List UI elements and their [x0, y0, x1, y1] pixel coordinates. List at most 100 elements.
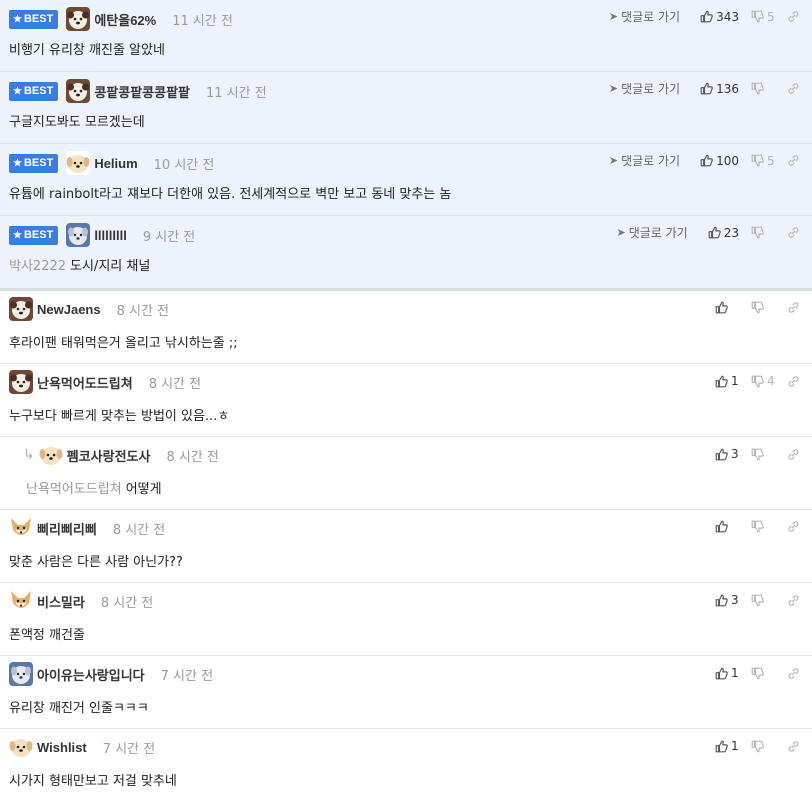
- comment-actions: ➤ 댓글로 가기 100 5: [609, 152, 800, 169]
- reply-comment: ↳ 펨코사랑전도사 8 시간 전 난욕먹어도드립쳐 어떻게 3: [0, 437, 812, 510]
- best-comment: ★ BEST lllllllll 9 시간 전 박사2222 도시/지리 채널 ➤ 댓글로 가…: [0, 216, 812, 291]
- thumbs-down-icon: [751, 520, 764, 533]
- comment-actions: [707, 520, 800, 533]
- link-icon: [788, 375, 799, 387]
- comment-text: 유리창 깨진거 인줄ㅋㅋㅋ: [9, 701, 149, 716]
- share-link-button[interactable]: [787, 667, 800, 680]
- comment-body: 누구보다 빠르게 맞추는 방법이 있음...ㅎ: [9, 405, 229, 424]
- thumbs-down-icon: [751, 594, 764, 606]
- upvote-button[interactable]: 1: [715, 374, 739, 388]
- avatar-image: [9, 370, 33, 394]
- downvote-button[interactable]: [751, 82, 775, 95]
- comment-text: 후라이팬 태워먹은거 올리고 낚시하는줄 ;;: [9, 336, 238, 351]
- goto-comment-link[interactable]: ➤ 댓글로 가기: [609, 80, 680, 97]
- comment-list: ★ BEST 에탄올62% 11 시간 전 비행기 유리창 깨진줄 알았네 ➤ 댓글로 가기…: [0, 0, 812, 809]
- send-arrow-icon: ➤: [616, 226, 626, 239]
- downvote-button[interactable]: [751, 448, 775, 461]
- downvote-button[interactable]: [751, 740, 775, 753]
- mention[interactable]: 박사2222: [9, 259, 66, 274]
- nickname[interactable]: 아이유는사랑입니다: [37, 665, 145, 684]
- downvote-button[interactable]: [751, 667, 775, 680]
- share-link-button[interactable]: [787, 448, 800, 461]
- thumbs-up-icon: [700, 10, 713, 23]
- upvote-button[interactable]: [715, 301, 739, 314]
- upvote-button[interactable]: 1: [715, 666, 739, 680]
- upvote-button[interactable]: 1: [715, 739, 739, 753]
- nickname[interactable]: Wishlist: [37, 740, 87, 755]
- star-icon: ★: [13, 85, 22, 97]
- downvote-button[interactable]: [751, 301, 775, 314]
- dog-cream-icon[interactable]: [9, 735, 33, 759]
- avatar-image: [38, 443, 63, 467]
- goto-comment-link[interactable]: ➤ 댓글로 가기: [609, 8, 680, 25]
- share-link-button[interactable]: [787, 10, 800, 23]
- dog-grey-icon[interactable]: [66, 223, 91, 247]
- upvote-button[interactable]: 3: [715, 593, 739, 607]
- upvote-button[interactable]: 343: [700, 10, 739, 24]
- link-icon: [788, 227, 799, 238]
- comment-header: ★ BEST lllllllll 9 시간 전: [9, 222, 195, 248]
- goto-comment-link[interactable]: ➤ 댓글로 가기: [616, 224, 687, 241]
- comment-text: 비행기 유리창 깨진줄 알았네: [9, 43, 165, 58]
- nickname[interactable]: 콩팥콩팥콩콩팥팥: [94, 82, 190, 101]
- thumbs-down-icon: [751, 301, 764, 314]
- nickname[interactable]: 삐리삐리삐: [37, 519, 97, 538]
- nickname[interactable]: 비스밀라: [37, 592, 85, 611]
- dog-cream-icon[interactable]: [38, 443, 63, 467]
- goto-comment-link[interactable]: ➤ 댓글로 가기: [609, 152, 680, 169]
- timestamp: 7 시간 전: [102, 741, 156, 757]
- thumbs-up-icon: [715, 520, 728, 533]
- nickname[interactable]: NewJaens: [37, 302, 101, 317]
- downvote-button[interactable]: 5: [751, 10, 775, 24]
- share-link-button[interactable]: [787, 301, 800, 314]
- comment-header: ★ BEST 콩팥콩팥콩콩팥팥 11 시간 전: [9, 78, 267, 104]
- downvote-button[interactable]: [751, 594, 775, 607]
- share-link-button[interactable]: [787, 594, 800, 607]
- comment-actions: 1: [707, 739, 800, 753]
- fox-icon[interactable]: [9, 516, 33, 540]
- share-link-button[interactable]: [787, 154, 800, 167]
- upvote-count: 3: [731, 593, 739, 607]
- dog-brown-icon[interactable]: [66, 7, 91, 31]
- share-link-button[interactable]: [787, 520, 800, 533]
- dog-cream-icon[interactable]: [66, 151, 91, 175]
- share-link-button[interactable]: [787, 82, 800, 95]
- dog-brown-icon[interactable]: [66, 79, 91, 103]
- upvote-button[interactable]: 136: [700, 82, 739, 96]
- nickname[interactable]: lllllllll: [94, 228, 127, 243]
- link-icon: [788, 594, 799, 606]
- share-link-button[interactable]: [787, 375, 800, 388]
- share-link-button[interactable]: [787, 226, 800, 239]
- nickname[interactable]: 난욕먹어도드립쳐: [37, 373, 133, 392]
- dog-grey-icon[interactable]: [9, 662, 33, 686]
- comment-header: NewJaens 8 시간 전: [9, 296, 169, 322]
- upvote-button[interactable]: 23: [708, 226, 739, 240]
- avatar-image: [9, 516, 33, 540]
- comment-actions: [707, 301, 800, 314]
- avatar-image: [9, 735, 33, 759]
- thumbs-down-icon: [751, 448, 764, 460]
- comment-text: 시가지 형태만보고 저걸 맞추네: [9, 774, 177, 789]
- dog-brown-icon[interactable]: [9, 370, 33, 394]
- nickname[interactable]: 펨코사랑전도사: [67, 446, 151, 465]
- downvote-button[interactable]: [751, 520, 775, 533]
- star-icon: ★: [13, 229, 22, 241]
- nickname[interactable]: Helium: [94, 156, 137, 171]
- nickname[interactable]: 에탄올62%: [94, 10, 156, 29]
- downvote-button[interactable]: 4: [751, 374, 775, 388]
- upvote-button[interactable]: 3: [715, 447, 739, 461]
- downvote-button[interactable]: 5: [751, 154, 775, 168]
- link-icon: [788, 740, 799, 752]
- best-badge-label: BEST: [23, 12, 54, 25]
- upvote-button[interactable]: [715, 520, 739, 533]
- downvote-button[interactable]: [751, 226, 775, 239]
- dog-brown-icon[interactable]: [9, 297, 33, 321]
- fox-icon[interactable]: [9, 589, 33, 613]
- comment-body: 유리창 깨진거 인줄ㅋㅋㅋ: [9, 697, 149, 716]
- mention[interactable]: 난욕먹어도드립쳐: [26, 482, 122, 497]
- comment-header: 삐리삐리삐 8 시간 전: [9, 515, 165, 541]
- upvote-button[interactable]: 100: [700, 154, 739, 168]
- star-icon: ★: [13, 157, 22, 169]
- comment-body: 구글지도봐도 모르겠는데: [9, 111, 145, 130]
- share-link-button[interactable]: [787, 740, 800, 753]
